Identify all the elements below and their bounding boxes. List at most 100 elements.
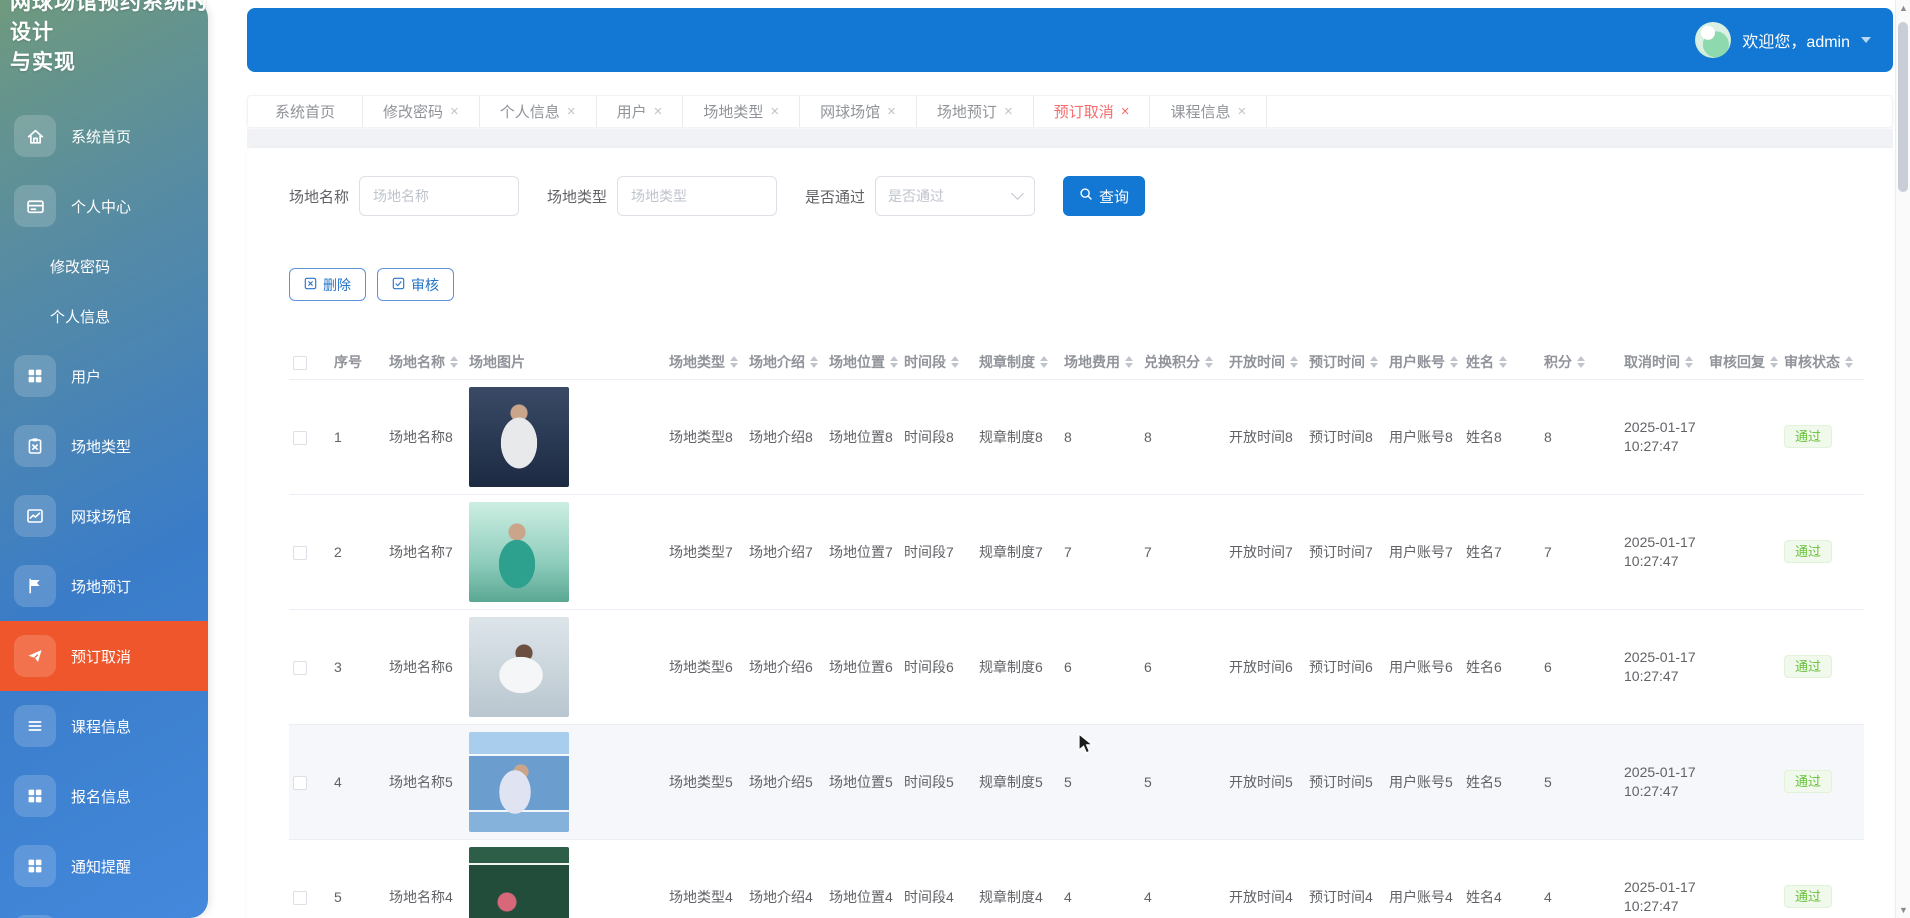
caret-down-icon[interactable] — [1685, 363, 1693, 368]
scrollbar-thumb[interactable] — [1898, 22, 1908, 192]
close-icon[interactable]: × — [770, 104, 779, 119]
caret-down-icon[interactable] — [1125, 363, 1133, 368]
caret-up-icon[interactable] — [1370, 356, 1378, 361]
tennis-photo-5[interactable] — [469, 847, 569, 918]
tennis-photo-2[interactable] — [469, 502, 569, 602]
pass-select[interactable]: 是否通过 — [875, 176, 1035, 216]
sort-icon[interactable] — [951, 356, 959, 368]
tennis-photo-3[interactable] — [469, 617, 569, 717]
caret-up-icon[interactable] — [1499, 356, 1507, 361]
tab-item[interactable]: 个人信息× — [480, 96, 597, 127]
caret-down-icon[interactable] — [951, 363, 959, 368]
sidebar-item[interactable]: 系统首页 — [0, 101, 208, 171]
close-icon[interactable]: × — [1238, 104, 1247, 119]
sidebar-item[interactable]: 报名信息 — [0, 761, 208, 831]
caret-up-icon[interactable] — [890, 356, 898, 361]
caret-up-icon[interactable] — [450, 356, 458, 361]
delete-button[interactable]: 删除 — [289, 268, 366, 301]
sort-icon[interactable] — [1577, 356, 1585, 368]
tab-item[interactable]: 预订取消× — [1034, 96, 1151, 127]
sort-icon[interactable] — [1450, 356, 1458, 368]
venue-type-input[interactable] — [617, 176, 777, 216]
caret-down-icon[interactable] — [1040, 363, 1048, 368]
close-icon[interactable]: × — [654, 104, 663, 119]
caret-down-icon[interactable] — [1205, 363, 1213, 368]
caret-down-icon[interactable] — [1499, 363, 1507, 368]
sidebar-item[interactable]: 场地类型 — [0, 411, 208, 481]
caret-down-icon[interactable] — [1845, 363, 1853, 368]
row-checkbox[interactable] — [293, 891, 307, 905]
caret-down-icon[interactable] — [1770, 363, 1778, 368]
caret-up-icon[interactable] — [810, 356, 818, 361]
caret-down-icon[interactable] — [1290, 363, 1298, 368]
close-icon[interactable]: × — [887, 104, 896, 119]
caret-up-icon[interactable] — [1125, 356, 1133, 361]
caret-up-icon[interactable] — [1205, 356, 1213, 361]
chevron-down-icon[interactable] — [1861, 37, 1871, 43]
sort-icon[interactable] — [450, 356, 458, 368]
avatar[interactable] — [1695, 22, 1731, 58]
vertical-scrollbar[interactable]: ▲ ▼ — [1895, 0, 1910, 918]
tennis-photo-1[interactable] — [469, 387, 569, 487]
caret-down-icon[interactable] — [1370, 363, 1378, 368]
sidebar-item[interactable]: 场地预订 — [0, 551, 208, 621]
sort-icon[interactable] — [890, 356, 898, 368]
scroll-up-icon[interactable]: ▲ — [1896, 3, 1910, 13]
tab-item[interactable]: 修改密码× — [363, 96, 480, 127]
caret-down-icon[interactable] — [810, 363, 818, 368]
sort-icon[interactable] — [1685, 356, 1693, 368]
caret-down-icon[interactable] — [890, 363, 898, 368]
scroll-down-icon[interactable]: ▼ — [1896, 905, 1910, 915]
tab-item[interactable]: 场地类型× — [683, 96, 800, 127]
row-checkbox[interactable] — [293, 661, 307, 675]
caret-up-icon[interactable] — [1845, 356, 1853, 361]
caret-down-icon[interactable] — [1450, 363, 1458, 368]
close-icon[interactable]: × — [567, 104, 576, 119]
caret-down-icon[interactable] — [730, 363, 738, 368]
table-row[interactable]: 2场地名称7场地类型7场地介绍7场地位置7时间段7规章制度777开放时间7预订时… — [289, 494, 1864, 609]
sidebar-item[interactable]: 网球场馆 — [0, 481, 208, 551]
sidebar-item[interactable] — [0, 901, 208, 918]
tennis-photo-4[interactable] — [469, 732, 569, 832]
sort-icon[interactable] — [1040, 356, 1048, 368]
caret-up-icon[interactable] — [1450, 356, 1458, 361]
venue-name-input[interactable] — [359, 176, 519, 216]
caret-up-icon[interactable] — [1290, 356, 1298, 361]
row-checkbox[interactable] — [293, 776, 307, 790]
sidebar-item[interactable]: 课程信息 — [0, 691, 208, 761]
sidebar-item[interactable]: 个人中心 — [0, 171, 208, 241]
sort-icon[interactable] — [1845, 356, 1853, 368]
sort-icon[interactable] — [1370, 356, 1378, 368]
sidebar-subitem[interactable]: 修改密码 — [0, 241, 208, 291]
sort-icon[interactable] — [1499, 356, 1507, 368]
select-all-checkbox[interactable] — [293, 356, 307, 370]
tab-item[interactable]: 网球场馆× — [800, 96, 917, 127]
caret-up-icon[interactable] — [1040, 356, 1048, 361]
caret-up-icon[interactable] — [1770, 356, 1778, 361]
close-icon[interactable]: × — [1121, 104, 1130, 119]
table-row[interactable]: 4场地名称5场地类型5场地介绍5场地位置5时间段5规章制度555开放时间5预订时… — [289, 724, 1864, 839]
sidebar-item[interactable]: 预订取消 — [0, 621, 208, 691]
close-icon[interactable]: × — [1004, 104, 1013, 119]
review-button[interactable]: 审核 — [377, 268, 454, 301]
sidebar-item[interactable]: 用户 — [0, 341, 208, 411]
sort-icon[interactable] — [1290, 356, 1298, 368]
user-menu[interactable]: 欢迎您，admin — [1695, 22, 1871, 58]
table-row[interactable]: 5场地名称4场地类型4场地介绍4场地位置4时间段4规章制度444开放时间4预订时… — [289, 839, 1864, 918]
caret-up-icon[interactable] — [951, 356, 959, 361]
tab-item[interactable]: 课程信息× — [1150, 96, 1267, 127]
row-checkbox[interactable] — [293, 431, 307, 445]
tab-item[interactable]: 系统首页 — [248, 96, 363, 127]
caret-down-icon[interactable] — [1577, 363, 1585, 368]
sort-icon[interactable] — [730, 356, 738, 368]
caret-up-icon[interactable] — [730, 356, 738, 361]
tab-item[interactable]: 场地预订× — [917, 96, 1034, 127]
table-row[interactable]: 1场地名称8场地类型8场地介绍8场地位置8时间段8规章制度888开放时间8预订时… — [289, 379, 1864, 494]
sort-icon[interactable] — [1125, 356, 1133, 368]
row-checkbox[interactable] — [293, 546, 307, 560]
tab-item[interactable]: 用户× — [597, 96, 684, 127]
caret-up-icon[interactable] — [1577, 356, 1585, 361]
sort-icon[interactable] — [810, 356, 818, 368]
table-row[interactable]: 3场地名称6场地类型6场地介绍6场地位置6时间段6规章制度666开放时间6预订时… — [289, 609, 1864, 724]
sort-icon[interactable] — [1770, 356, 1778, 368]
